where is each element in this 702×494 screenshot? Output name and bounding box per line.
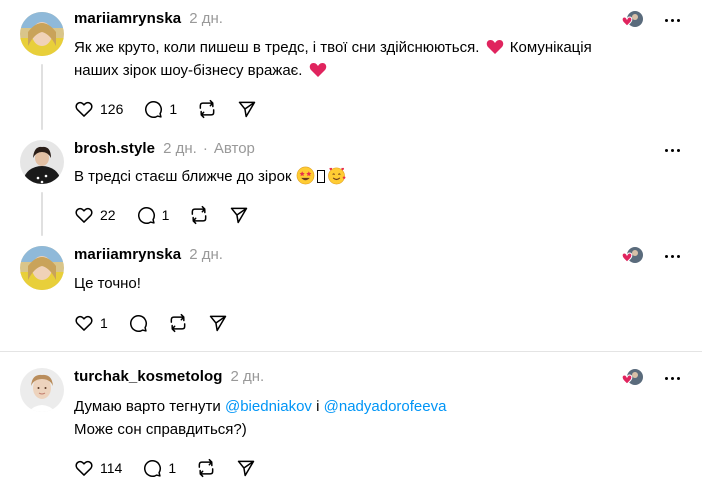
post-actions: 22 1: [74, 203, 269, 227]
missing-glyph-icon: [316, 170, 325, 183]
share-button[interactable]: [237, 97, 257, 121]
heart-icon: [75, 460, 93, 476]
post-actions: 126 1: [74, 97, 277, 121]
username[interactable]: mariiamrynska: [74, 246, 181, 263]
send-icon: [238, 101, 256, 118]
timestamp[interactable]: 2 дн.: [189, 246, 223, 263]
reply-button[interactable]: 1: [142, 456, 176, 480]
comment-icon: [137, 207, 155, 224]
post-header: brosh.style 2 дн. · Автор: [74, 140, 255, 160]
mention-link[interactable]: @biedniakov: [225, 398, 312, 415]
avatar[interactable]: [20, 368, 64, 412]
username[interactable]: turchak_kosmetolog: [74, 368, 223, 385]
repost-icon: [198, 458, 214, 478]
heart-icon: [75, 207, 93, 223]
timestamp[interactable]: 2 дн.: [231, 368, 265, 385]
comment-icon: [144, 460, 162, 477]
heart-icon: [75, 315, 93, 331]
post-text: В тредсі стаєш ближче до зірок: [74, 165, 674, 188]
like-count: 22: [100, 207, 116, 223]
repost-icon: [191, 205, 207, 225]
timestamp[interactable]: 2 дн.: [163, 140, 197, 157]
more-options-button[interactable]: [662, 246, 682, 266]
repost-icon: [199, 99, 215, 119]
repost-icon: [170, 313, 186, 333]
repost-button[interactable]: [189, 203, 209, 227]
reply-count: 1: [161, 207, 170, 223]
repost-button[interactable]: [196, 456, 216, 480]
post-actions: 114 1: [74, 456, 276, 480]
like-button[interactable]: 22: [74, 203, 116, 227]
reply-count: 1: [168, 460, 177, 476]
username[interactable]: brosh.style: [74, 140, 155, 157]
thread-line: [41, 64, 43, 130]
mention-link[interactable]: @nadyadorofeeva: [324, 398, 447, 415]
author-badge: Автор: [213, 140, 255, 157]
post-text: Думаю варто тегнути @biedniakov і @nadya…: [74, 398, 447, 438]
share-button[interactable]: [208, 311, 228, 335]
comment-icon: [129, 315, 147, 332]
thread-divider: [0, 351, 702, 352]
more-options-button[interactable]: [662, 368, 682, 388]
more-options-button[interactable]: [662, 10, 682, 30]
thread-line: [41, 192, 43, 236]
post-text: Як же круто, коли пишеш в тредс, і твої …: [74, 39, 592, 79]
post-header: turchak_kosmetolog 2 дн.: [74, 368, 264, 388]
more-options-button[interactable]: [662, 140, 682, 160]
username[interactable]: mariiamrynska: [74, 10, 181, 27]
like-button[interactable]: 114: [74, 456, 122, 480]
reply-button[interactable]: 1: [136, 203, 170, 227]
star-struck-emoji-icon: [296, 166, 315, 185]
post-text: Це точно!: [74, 275, 141, 292]
like-count: 126: [100, 101, 124, 117]
like-count: 114: [100, 460, 123, 476]
avatar[interactable]: [20, 12, 64, 56]
liked-by-avatars-icon[interactable]: [618, 9, 646, 31]
post-header: mariiamrynska 2 дн.: [74, 10, 223, 30]
like-count: 1: [100, 315, 108, 331]
liked-by-avatars-icon[interactable]: [618, 367, 646, 389]
share-button[interactable]: [229, 203, 249, 227]
red-heart-emoji-icon: [486, 40, 503, 54]
avatar[interactable]: [20, 140, 64, 184]
repost-button[interactable]: [168, 311, 188, 335]
reply-count: 1: [169, 101, 178, 117]
like-button[interactable]: 1: [74, 311, 108, 335]
send-icon: [237, 460, 255, 477]
comment-icon: [145, 101, 163, 118]
post-header: mariiamrynska 2 дн.: [74, 246, 223, 266]
avatar[interactable]: [20, 246, 64, 290]
separator-dot: ·: [202, 140, 208, 157]
timestamp[interactable]: 2 дн.: [189, 10, 223, 27]
like-button[interactable]: 126: [74, 97, 123, 121]
reply-button[interactable]: 1: [143, 97, 177, 121]
send-icon: [231, 207, 248, 224]
send-icon: [209, 315, 227, 332]
smiling-face-with-hearts-emoji-icon: [327, 167, 346, 185]
reply-button[interactable]: [128, 311, 148, 335]
post-actions: 1: [74, 311, 248, 335]
repost-button[interactable]: [197, 97, 217, 121]
share-button[interactable]: [236, 456, 256, 480]
heart-icon: [75, 101, 93, 117]
liked-by-avatars-icon[interactable]: [618, 245, 646, 267]
red-heart-emoji-icon: [309, 63, 326, 77]
